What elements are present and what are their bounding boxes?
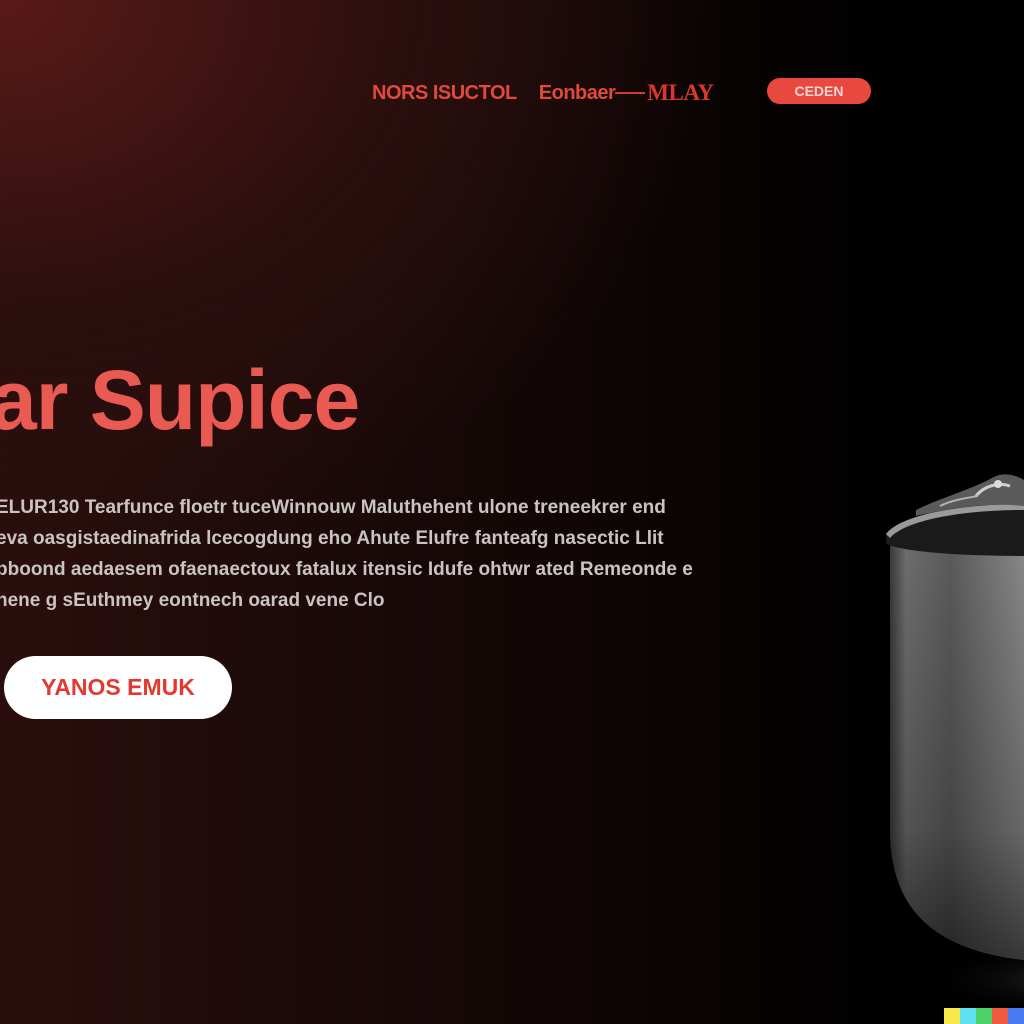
strip-swatch-blue [1008, 1008, 1024, 1024]
pot-icon [880, 460, 1024, 1024]
hero-cta-button[interactable]: YANOS EMUK [4, 656, 232, 719]
hero-description: ELUR130 Tearfunce floetr tuceWinnouw Mal… [0, 492, 706, 616]
strip-swatch-orange [992, 1008, 1008, 1024]
hero-description-line: ELUR130 Tearfunce floetr tuceWinnouw Mal… [0, 497, 666, 518]
hero-description-line: nene g sEuthmey eontnech oarad vene Clo [0, 590, 385, 611]
color-strip [944, 1008, 1024, 1024]
nav-cta-button[interactable]: CEDEN [767, 78, 871, 104]
nav-divider [615, 92, 646, 94]
nav-link-2[interactable]: Eonbaer [539, 82, 616, 105]
strip-swatch-yellow [944, 1008, 960, 1024]
nav-link-1[interactable]: NORS ISUCTOL [372, 82, 517, 105]
landing-page: NORS ISUCTOL Eonbaer MLAY CEDEN ar Supic… [0, 0, 1024, 1024]
hero-title: ar Supice [0, 353, 360, 447]
hero-description-line: eva oasgistaedinafrida lcecogdung eho Ah… [0, 528, 664, 549]
strip-swatch-cyan [960, 1008, 976, 1024]
top-navigation: NORS ISUCTOL Eonbaer MLAY [372, 78, 714, 108]
strip-swatch-green [976, 1008, 992, 1024]
nav-link-3[interactable]: MLAY [647, 80, 714, 106]
hero-description-line: bboond aedaesem ofaenaectoux fatalux ite… [0, 559, 693, 580]
